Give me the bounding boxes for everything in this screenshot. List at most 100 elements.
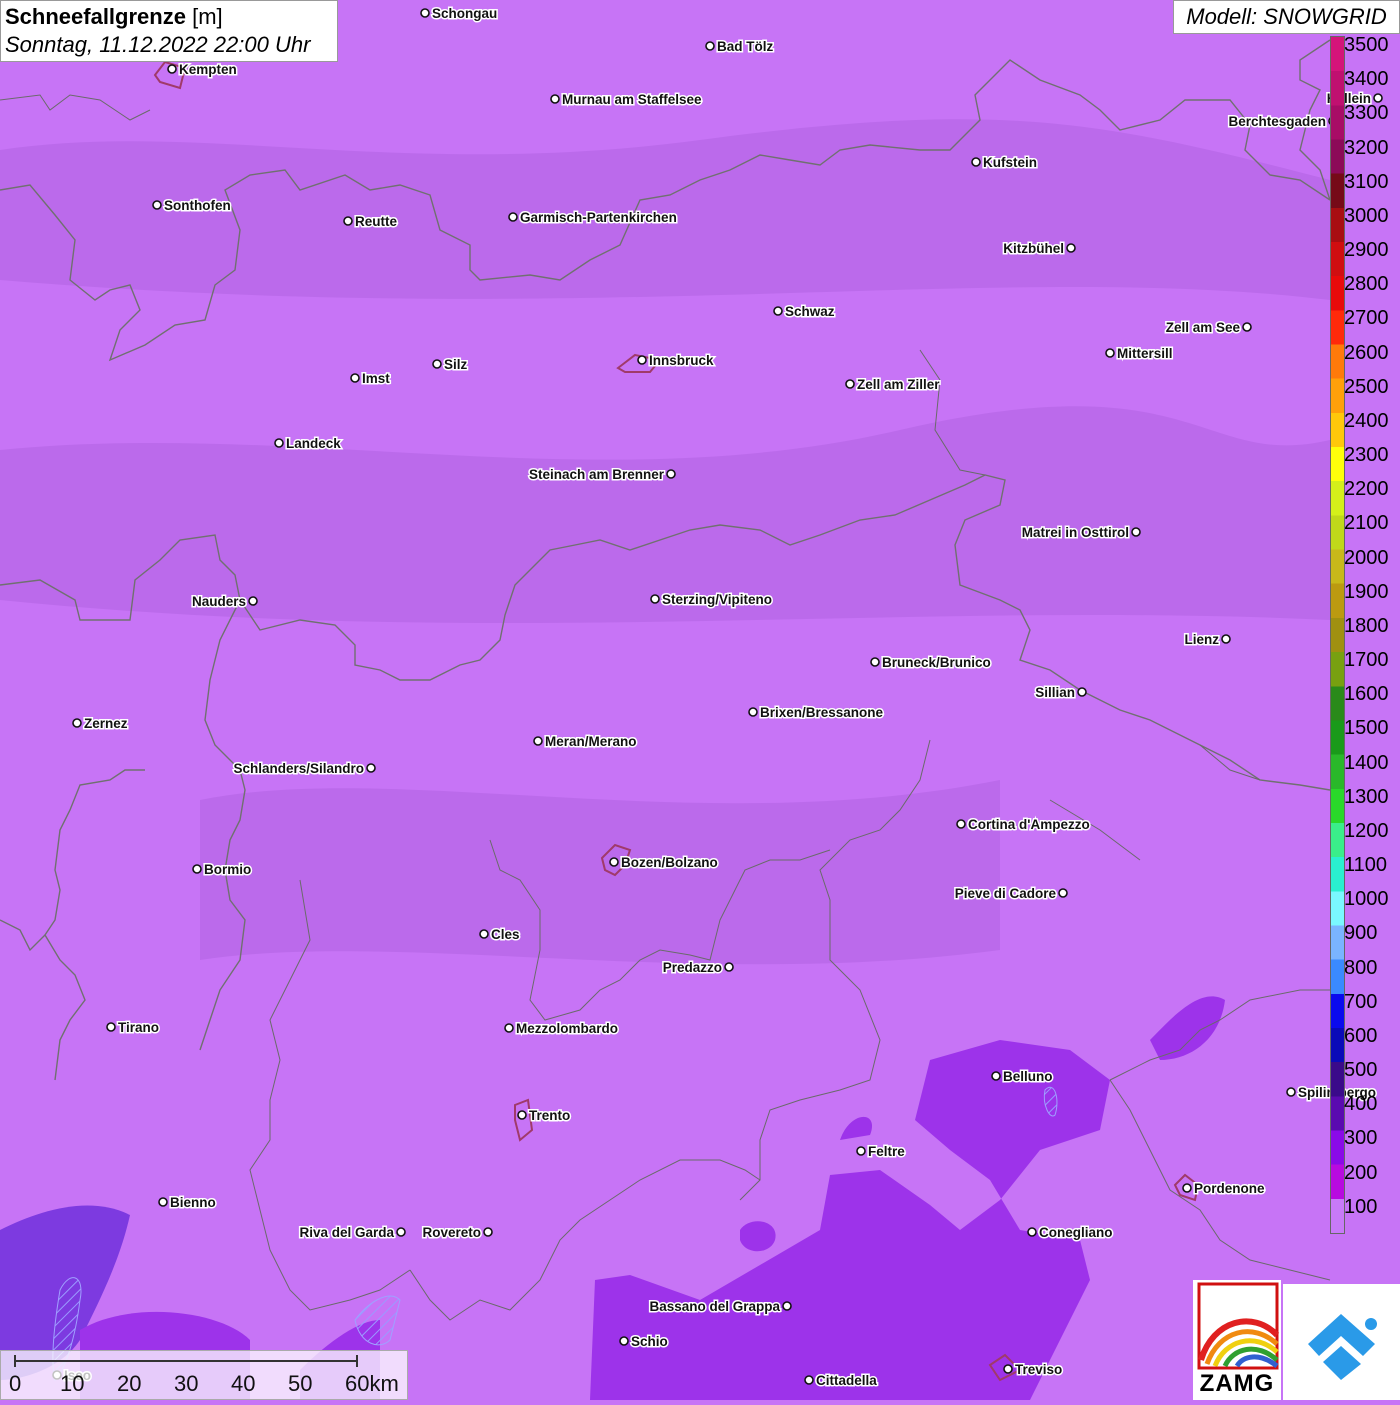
- legend-label: 300: [1344, 1127, 1378, 1150]
- city-label: Pieve di Cadore: [955, 886, 1057, 901]
- city-dot: [106, 1022, 116, 1032]
- scale-tick-label: 20: [117, 1371, 142, 1396]
- legend-label: 100: [1344, 1195, 1378, 1218]
- city-dot: [192, 864, 202, 874]
- city-marker: Innsbruck: [637, 352, 716, 370]
- city-dot: [666, 469, 676, 479]
- city-label: Predazzo: [663, 960, 722, 975]
- city-dot: [343, 216, 353, 226]
- legend-label: 1500: [1344, 717, 1389, 740]
- city-label: Belluno: [1003, 1069, 1053, 1084]
- city-dot: [483, 1227, 493, 1237]
- city-dot: [1058, 888, 1068, 898]
- city-label: Pordenone: [1194, 1181, 1265, 1196]
- legend-label: 2200: [1344, 478, 1389, 501]
- legend-label: 1000: [1344, 888, 1389, 911]
- city-dot: [1105, 348, 1115, 358]
- city-dot: [533, 736, 543, 746]
- city-dot: [724, 962, 734, 972]
- legend-label: 800: [1344, 956, 1378, 979]
- city-marker: Pordenone: [1182, 1180, 1266, 1198]
- city-label: Schio: [631, 1334, 668, 1349]
- city-dot: [1242, 322, 1252, 332]
- city-marker: Cittadella: [804, 1372, 879, 1390]
- legend-label: 3200: [1344, 136, 1389, 159]
- city-dot: [72, 718, 82, 728]
- legend-label: 3300: [1344, 102, 1389, 125]
- city-dot: [1182, 1183, 1192, 1193]
- legend-label: 2300: [1344, 444, 1389, 467]
- city-label: Bassano del Grappa: [649, 1299, 780, 1314]
- city-label: Imst: [362, 371, 390, 386]
- map-title-box: Schneefallgrenze [m] Sonntag, 11.12.2022…: [0, 0, 338, 62]
- city-label: Zell am See: [1166, 320, 1241, 335]
- city-marker: Riva del Garda: [298, 1224, 406, 1242]
- legend-label: 1700: [1344, 649, 1389, 672]
- city-dot: [804, 1375, 814, 1385]
- city-dot: [396, 1227, 406, 1237]
- city-dot: [619, 1336, 629, 1346]
- legend-label: 3100: [1344, 170, 1389, 193]
- city-marker: Kempten: [167, 61, 238, 79]
- zamg-logo-text: ZAMG: [1199, 1370, 1275, 1397]
- scale-bar: 0 10 20 30 40 50 60km: [0, 1350, 408, 1400]
- city-label: Mezzolombardo: [516, 1021, 618, 1036]
- city-dot: [650, 594, 660, 604]
- legend-label: 1900: [1344, 580, 1389, 603]
- scale-tick-label: 10: [60, 1371, 85, 1396]
- city-marker: Zell am See: [1164, 319, 1252, 337]
- city-label: Nauders: [192, 594, 246, 609]
- legend-label: 1600: [1344, 683, 1389, 706]
- city-label: Cles: [491, 927, 520, 942]
- city-label: Tirano: [118, 1020, 159, 1035]
- city-dot: [845, 379, 855, 389]
- color-legend: 3500 3400 3300 3200 3100 3000 2900 2800 2700 2600…: [1329, 34, 1400, 1234]
- city-label: Schongau: [432, 6, 497, 21]
- scale-tick-label: 60km: [345, 1371, 399, 1396]
- snowfall-line-map: Schongau Bad Tölz Kempten Murnau am Staffel…: [0, 0, 1400, 1400]
- city-label: Bruneck/Brunico: [882, 655, 991, 670]
- city-dot: [167, 64, 177, 74]
- city-dot: [152, 200, 162, 210]
- city-label: Meran/Merano: [545, 734, 637, 749]
- city-dot: [748, 707, 758, 717]
- city-label: Riva del Garda: [299, 1225, 394, 1240]
- city-dot: [971, 157, 981, 167]
- city-label: Berchtesgaden: [1228, 114, 1326, 129]
- city-marker: Bruneck/Brunico: [870, 654, 992, 672]
- legend-label: 3000: [1344, 204, 1389, 227]
- city-marker: Bassano del Grappa: [648, 1298, 792, 1316]
- city-marker: Pieve di Cadore: [953, 885, 1068, 903]
- city-label: Treviso: [1015, 1362, 1062, 1377]
- city-label: Silz: [444, 357, 468, 372]
- city-marker: Conegliano: [1027, 1224, 1114, 1242]
- city-label: Bozen/Bolzano: [621, 855, 718, 870]
- snowgrid-logo: [1283, 1284, 1400, 1400]
- city-marker: Murnau am Staffelsee: [550, 91, 704, 109]
- city-dot: [782, 1301, 792, 1311]
- city-dot: [158, 1197, 168, 1207]
- city-label: Murnau am Staffelsee: [562, 92, 702, 107]
- legend-label: 600: [1344, 1024, 1378, 1047]
- city-label: Bormio: [204, 862, 251, 877]
- map-title: Schneefallgrenze: [5, 4, 186, 29]
- city-dot: [705, 41, 715, 51]
- city-label: Reutte: [355, 214, 397, 229]
- city-dot: [991, 1071, 1001, 1081]
- legend-label: 2100: [1344, 512, 1389, 535]
- city-marker: Steinach am Brenner: [527, 466, 676, 484]
- city-dot: [773, 306, 783, 316]
- legend-label: 900: [1344, 922, 1378, 945]
- city-marker: Brixen/Bressanone: [748, 704, 885, 722]
- city-label: Steinach am Brenner: [529, 467, 665, 482]
- legend-label: 2000: [1344, 546, 1389, 569]
- city-marker: Zell am Ziller: [845, 376, 942, 394]
- scale-tick-label: 40: [231, 1371, 256, 1396]
- city-dot: [1066, 243, 1076, 253]
- legend-label: 700: [1344, 990, 1378, 1013]
- city-dot: [432, 359, 442, 369]
- city-dot: [1221, 634, 1231, 644]
- city-dot: [504, 1023, 514, 1033]
- city-marker: Sterzing/Vipiteno: [650, 591, 774, 609]
- scale-tick-label: 50: [288, 1371, 313, 1396]
